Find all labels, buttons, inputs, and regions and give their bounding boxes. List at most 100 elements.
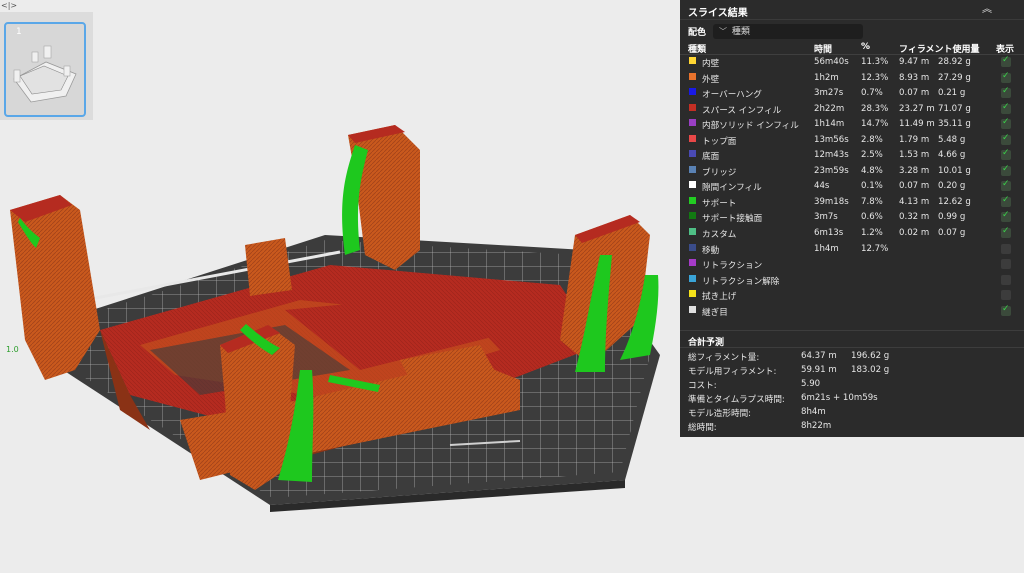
axis-label: 1.0 — [6, 345, 19, 354]
table-row: 拭き上げ — [680, 288, 1024, 304]
show-checkbox[interactable] — [1001, 102, 1011, 114]
total-value: 64.37 m — [801, 351, 837, 361]
total-row: 準備とタイムラプス時間: 6m21s + 10m59s — [680, 392, 1024, 406]
feature-weight: 0.21 g — [938, 88, 966, 99]
color-swatch — [689, 150, 696, 158]
plate-thumbnail[interactable]: 1 — [4, 22, 86, 117]
feature-name: リトラクション解除 — [702, 276, 780, 287]
color-swatch — [689, 228, 696, 236]
table-row: 内部ソリッド インフィル 1h14m 14.7% 11.49 m 35.11 g — [680, 117, 1024, 133]
show-checkbox[interactable] — [1001, 179, 1011, 192]
feature-weight: 12.62 g — [938, 196, 971, 207]
feature-length: 1.53 m — [899, 150, 930, 161]
total-value2: 196.62 g — [851, 351, 890, 361]
total-row: 総フィラメント量: 64.37 m 196.62 g — [680, 350, 1024, 364]
total-label: 総フィラメント量: — [688, 353, 760, 363]
color-swatch — [689, 259, 696, 267]
total-row: コスト: 5.90 — [680, 378, 1024, 392]
panel-header: スライス結果 ︽ — [680, 0, 1024, 20]
col-filament: フィラメント使用量 — [899, 45, 980, 55]
feature-weight: 71.07 g — [938, 103, 971, 114]
table-row: 底面 12m43s 2.5% 1.53 m 4.66 g — [680, 148, 1024, 164]
color-swatch — [689, 274, 696, 282]
feature-name: ブリッジ — [702, 167, 737, 178]
col-type: 種類 — [688, 45, 707, 55]
table-row: サポート接触面 3m7s 0.6% 0.32 m 0.99 g — [680, 210, 1024, 226]
total-label: コスト: — [688, 381, 717, 391]
show-checkbox[interactable] — [1001, 117, 1011, 130]
feature-length: 23.27 m — [899, 103, 935, 114]
table-row: スパース インフィル 2h22m 28.3% 23.27 m 71.07 g — [680, 102, 1024, 118]
show-checkbox[interactable] — [1001, 259, 1011, 270]
total-label: 総時間: — [688, 423, 717, 433]
feature-length: 0.07 m — [899, 88, 930, 99]
slice-result-panel: スライス結果 ︽ 配色 ﹀ 種類 種類 時間 % フィラメント使用量 表示 内壁… — [680, 0, 1024, 437]
show-checkbox[interactable] — [1001, 274, 1011, 285]
plate-list-toggle-icon[interactable]: <|> — [1, 0, 17, 12]
table-row: トップ面 13m56s 2.8% 1.79 m 5.48 g — [680, 133, 1024, 149]
table-header: 種類 時間 % フィラメント使用量 表示 — [680, 40, 1024, 55]
show-checkbox[interactable] — [1001, 226, 1011, 239]
show-checkbox[interactable] — [1001, 86, 1011, 99]
total-value: 8h4m — [801, 407, 826, 417]
color-swatch — [689, 57, 696, 64]
color-swatch — [689, 305, 696, 313]
feature-percent: 12.7% — [861, 243, 889, 254]
feature-time: 1h14m — [814, 119, 845, 130]
show-checkbox[interactable] — [1001, 71, 1011, 83]
plate-preview-icon — [13, 45, 77, 103]
feature-name: サポート接触面 — [702, 214, 763, 225]
feature-time: 56m40s — [814, 57, 849, 67]
feature-time: 2h22m — [814, 103, 845, 114]
feature-percent: 28.3% — [861, 103, 889, 114]
feature-weight: 35.11 g — [938, 119, 971, 130]
color-scheme-value: 種類 — [731, 27, 750, 37]
feature-name: 内壁 — [702, 59, 720, 69]
color-swatch — [689, 243, 696, 251]
feature-time: 6m13s — [814, 228, 844, 239]
show-checkbox[interactable] — [1001, 133, 1011, 145]
feature-time: 3m7s — [814, 212, 838, 223]
feature-length: 11.49 m — [899, 119, 935, 130]
show-checkbox[interactable] — [1001, 148, 1011, 161]
total-label: モデル造形時間: — [688, 409, 752, 419]
show-checkbox[interactable] — [1001, 195, 1011, 207]
show-checkbox[interactable] — [1001, 243, 1011, 254]
total-value: 5.90 — [801, 379, 821, 389]
color-swatch — [689, 165, 696, 173]
show-checkbox[interactable] — [1001, 290, 1011, 301]
plate-list-panel: 1 — [0, 12, 93, 120]
feature-name: サポート — [702, 198, 737, 209]
feature-length: 1.79 m — [899, 134, 930, 145]
feature-weight: 28.92 g — [938, 57, 971, 67]
color-swatch — [689, 72, 696, 80]
feature-weight: 10.01 g — [938, 165, 971, 176]
feature-length: 3.28 m — [899, 165, 930, 176]
show-checkbox[interactable] — [1001, 164, 1011, 176]
feature-length: 8.93 m — [899, 72, 930, 83]
show-checkbox[interactable] — [1001, 55, 1011, 67]
total-estimate: 合計予測 総フィラメント量: 64.37 m 196.62 g モデル用フィラメント:… — [680, 330, 1024, 434]
total-label: 準備とタイムラプス時間: — [688, 395, 785, 405]
double-chevron-up-icon[interactable]: ︽ — [980, 3, 994, 17]
feature-name: 移動 — [702, 245, 720, 256]
feature-percent: 7.8% — [861, 196, 883, 207]
feature-name: 外壁 — [702, 74, 720, 85]
feature-name: オーバーハング — [702, 90, 762, 101]
table-row: ブリッジ 23m59s 4.8% 3.28 m 10.01 g — [680, 164, 1024, 180]
color-swatch — [689, 212, 696, 220]
show-checkbox[interactable] — [1001, 210, 1011, 223]
show-checkbox[interactable] — [1001, 304, 1011, 316]
feature-time: 3m27s — [814, 88, 844, 99]
feature-length: 0.07 m — [899, 181, 930, 192]
feature-percent: 2.8% — [861, 134, 883, 145]
feature-length: 9.47 m — [899, 57, 930, 67]
feature-name: リトラクション — [702, 261, 763, 272]
color-swatch — [689, 134, 696, 142]
color-swatch — [689, 290, 696, 298]
chevron-down-icon: ﹀ — [719, 27, 727, 36]
color-scheme-select[interactable]: ﹀ 種類 — [713, 24, 863, 39]
feature-weight: 0.07 g — [938, 228, 966, 239]
feature-table: 内壁 56m40s 11.3% 9.47 m 28.92 g 外壁 1h2m 12.3% 8.9… — [680, 55, 1024, 319]
feature-percent: 1.2% — [861, 228, 883, 239]
